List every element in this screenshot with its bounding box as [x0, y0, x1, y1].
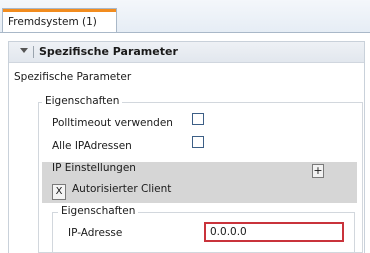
collapse-icon[interactable] [20, 48, 28, 53]
panel-subtitle: Spezifische Parameter [14, 71, 132, 83]
panel-header[interactable]: Spezifische Parameter [9, 42, 364, 63]
header-separator [33, 46, 34, 58]
tab-fremdsystem[interactable]: Fremdsystem (1) [2, 8, 117, 32]
remove-client-button[interactable]: X [52, 184, 66, 200]
all-ip-checkbox[interactable] [192, 136, 204, 148]
ip-settings-title: IP Einstellungen [52, 162, 136, 174]
tab-strip: Fremdsystem (1) [0, 0, 370, 33]
tab-active-indicator [3, 9, 116, 12]
ip-address-label: IP-Adresse [68, 227, 123, 239]
polltimeout-label: Polltimeout verwenden [52, 117, 173, 129]
properties-legend: Eigenschaften [42, 95, 123, 107]
polltimeout-checkbox[interactable] [192, 113, 204, 125]
all-ip-label: Alle IPAdressen [52, 140, 132, 152]
tab-label: Fremdsystem (1) [8, 16, 97, 28]
client-properties-legend: Eigenschaften [58, 205, 139, 217]
add-client-button[interactable]: + [312, 164, 324, 178]
authorized-client-label: Autorisierter Client [72, 183, 172, 195]
panel-title: Spezifische Parameter [39, 45, 178, 58]
ip-address-input[interactable] [204, 222, 344, 242]
